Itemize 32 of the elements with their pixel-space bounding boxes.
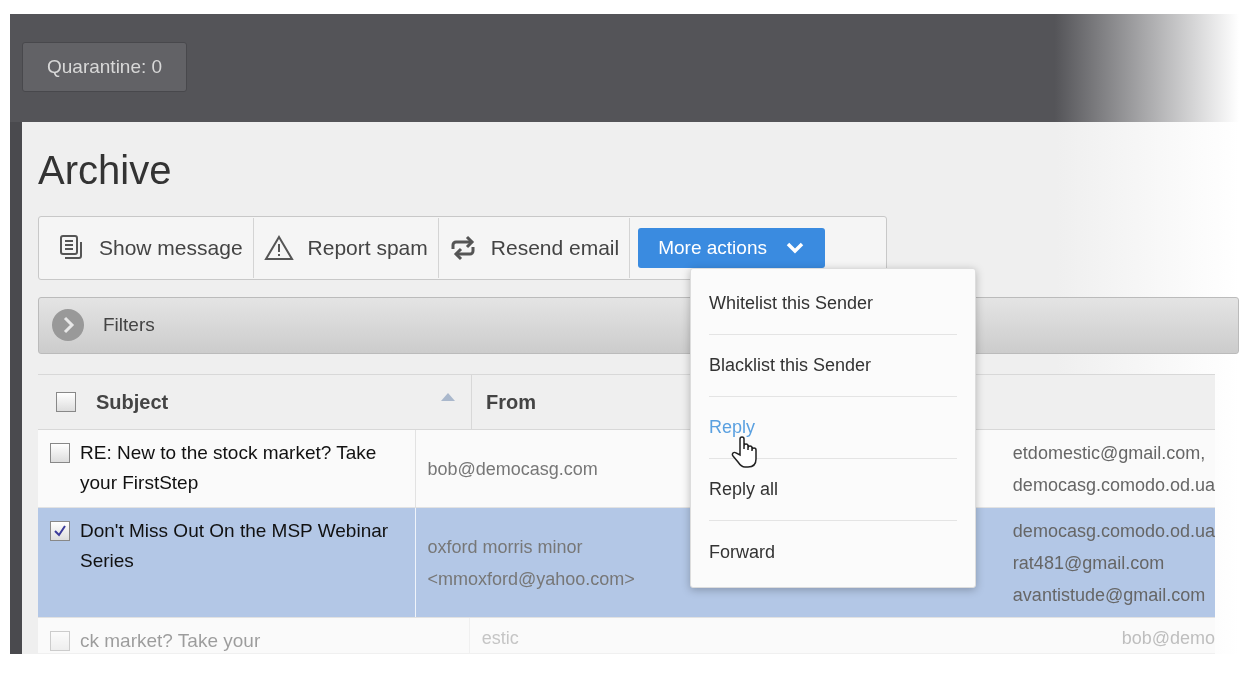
- menu-item[interactable]: Whitelist this Sender: [709, 273, 957, 335]
- quarantine-button[interactable]: Quarantine: 0: [22, 42, 188, 92]
- checkbox[interactable]: [56, 392, 76, 412]
- show-message-button[interactable]: Show message: [49, 217, 254, 278]
- document-icon: [59, 233, 85, 262]
- resend-email-button[interactable]: Resend email: [438, 217, 631, 278]
- recipient-text: avantistude@gmail.com: [1012, 583, 1206, 607]
- sender-text: bob@democasg.com: [427, 457, 598, 481]
- chevron-down-icon: [785, 240, 805, 255]
- recipient-text: bob@demo: [1121, 627, 1215, 650]
- sender-text: oxford morris minor: [427, 535, 583, 559]
- sender-text: <mmoxford@yahoo.com>: [427, 567, 635, 591]
- menu-item[interactable]: Blacklist this Sender: [709, 335, 957, 397]
- recipient-text: democasg.comodo.od.ua: [1012, 519, 1215, 543]
- menu-item[interactable]: Forward: [709, 521, 957, 583]
- column-header[interactable]: Subject: [38, 375, 472, 429]
- report-spam-button[interactable]: Report spam: [253, 217, 439, 278]
- recipient-text: etdomestic@gmail.com,: [1012, 441, 1206, 465]
- checkbox[interactable]: [50, 521, 70, 541]
- menu-item[interactable]: Reply all: [709, 459, 957, 521]
- sort-ascending-icon: [441, 393, 455, 401]
- recipient-text: democasg.comodo.od.ua: [1012, 473, 1215, 497]
- warning-icon: [263, 234, 294, 261]
- filters-label: Filters: [103, 313, 155, 338]
- checkbox[interactable]: [50, 443, 70, 463]
- more-actions-button[interactable]: More actions: [638, 227, 825, 268]
- recipient-text: rat481@gmail.com: [1012, 551, 1165, 575]
- subject-text: ck market? Take your: [80, 629, 261, 653]
- page-title: Archive: [38, 147, 172, 194]
- chevron-right-circle-icon: [51, 308, 85, 343]
- subject-text: Don't Miss Out On the MSP Webinar Series: [80, 519, 390, 573]
- subject-text: RE: New to the stock market? Take your FirstStep: [80, 441, 378, 495]
